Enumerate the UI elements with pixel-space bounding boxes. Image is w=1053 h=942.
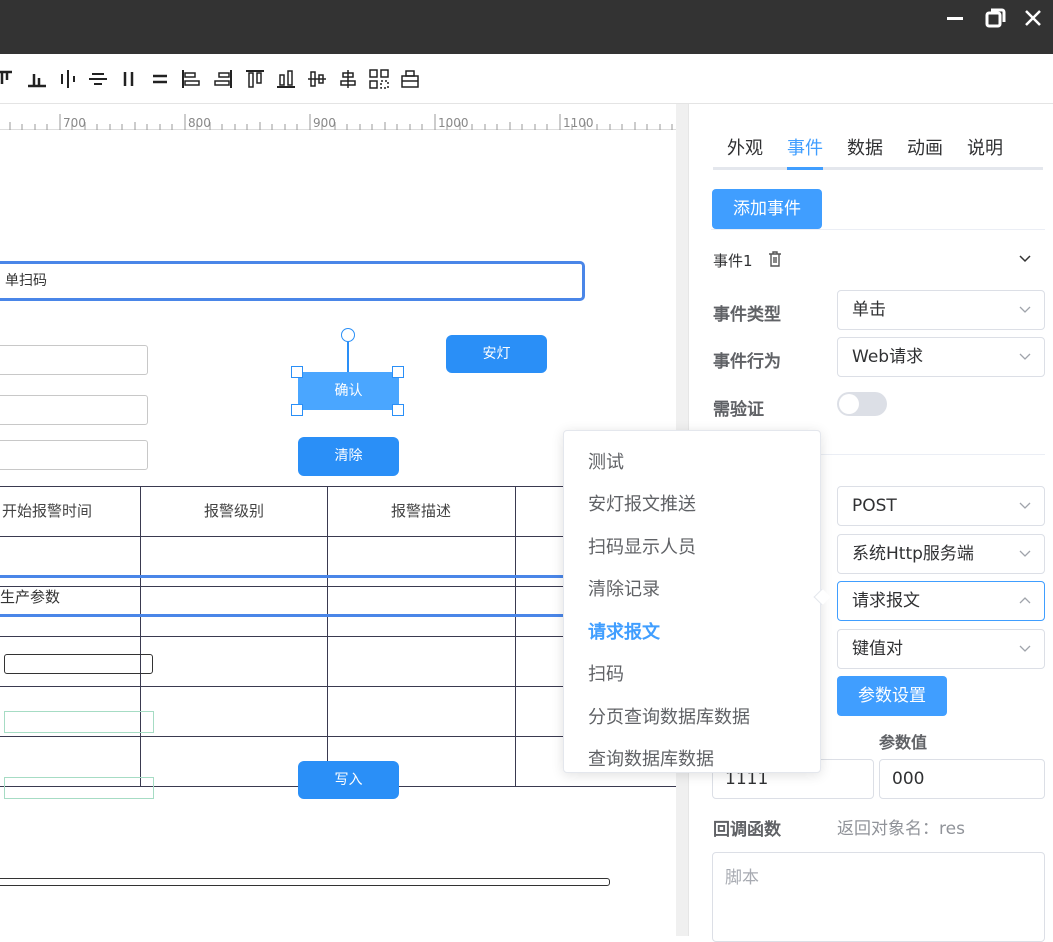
script-textarea[interactable]: 脚本: [712, 852, 1045, 942]
minimize-icon[interactable]: [941, 6, 969, 30]
event-title: 事件1: [713, 252, 753, 270]
resize-handle-tl[interactable]: [291, 366, 303, 378]
need-verify-switch[interactable]: [837, 392, 887, 416]
rotate-handle[interactable]: [341, 328, 355, 342]
group-icon[interactable]: [368, 68, 390, 90]
format-select[interactable]: 键值对: [837, 629, 1045, 669]
callback-label: 回调函数: [713, 820, 781, 840]
message-select[interactable]: 请求报文: [837, 581, 1045, 621]
ruler-label: 900: [313, 116, 336, 130]
chevron-down-icon[interactable]: [1017, 250, 1033, 270]
event-action-value: Web请求: [852, 347, 924, 367]
canvas-rect[interactable]: [4, 654, 153, 674]
param-settings-button[interactable]: 参数设置: [837, 676, 947, 716]
tab-description[interactable]: 说明: [967, 134, 1003, 160]
canvas-input-1[interactable]: [0, 345, 148, 375]
event-type-value: 单击: [852, 300, 886, 320]
tab-animation[interactable]: 动画: [907, 134, 943, 160]
method-select[interactable]: POST: [837, 486, 1045, 526]
tab-event[interactable]: 事件: [787, 134, 823, 160]
event-action-select[interactable]: Web请求: [837, 337, 1045, 377]
title-bar: [0, 0, 1053, 54]
divider: [711, 229, 1045, 230]
server-value: 系统Http服务端: [852, 544, 974, 564]
switch-knob: [839, 394, 859, 414]
dropdown-item[interactable]: 清除记录: [588, 575, 660, 601]
distribute-h-icon[interactable]: [118, 68, 140, 90]
callback-hint: 返回对象名：res: [837, 819, 965, 839]
confirm-button[interactable]: 确认: [298, 372, 399, 410]
event-type-select[interactable]: 单击: [837, 290, 1045, 330]
write-button[interactable]: 写入: [298, 761, 399, 799]
align-bottom-icon[interactable]: [26, 68, 48, 90]
ruler-label: 1100: [563, 116, 594, 130]
center-horizontal-icon[interactable]: [337, 68, 359, 90]
dropdown-item[interactable]: 扫码: [588, 660, 624, 686]
chevron-down-icon: [1018, 338, 1032, 391]
message-value: 请求报文: [852, 591, 920, 611]
rotate-handle-line: [347, 342, 349, 374]
table-line: [515, 486, 516, 786]
event-action-label: 事件行为: [713, 352, 781, 372]
clear-button[interactable]: 清除: [298, 437, 399, 476]
tab-data[interactable]: 数据: [847, 134, 883, 160]
align-right-icon[interactable]: [212, 68, 234, 90]
align-hcenter-icon[interactable]: [87, 68, 109, 90]
chevron-up-icon: [1018, 582, 1032, 635]
method-value: POST: [852, 496, 897, 516]
chevron-down-icon: [1018, 630, 1032, 683]
dropdown-item-selected[interactable]: 请求报文: [588, 618, 660, 644]
param-value-input[interactable]: 000: [879, 759, 1045, 799]
align-bottom-edge-icon[interactable]: [275, 68, 297, 90]
align-toolbar: [0, 54, 1053, 104]
canvas-rect-green[interactable]: [4, 711, 154, 733]
table-line: [327, 486, 328, 786]
dropdown-item[interactable]: 分页查询数据库数据: [588, 703, 750, 729]
distribute-v-icon[interactable]: [149, 68, 171, 90]
message-dropdown: 测试 安灯报文推送 扫码显示人员 清除记录 请求报文 扫码 分页查询数据库数据 …: [563, 430, 831, 773]
dropdown-item[interactable]: 安灯报文推送: [588, 490, 696, 516]
script-placeholder: 脚本: [725, 868, 759, 888]
table-header: 报警级别: [204, 502, 265, 520]
dropdown-item[interactable]: 查询数据库数据: [588, 745, 714, 771]
dropdown-item[interactable]: 测试: [588, 448, 624, 474]
band-label: 生产参数: [0, 588, 61, 606]
resize-handle-bl[interactable]: [291, 404, 303, 416]
tab-indicator: [787, 167, 823, 170]
canvas-input-2[interactable]: [0, 395, 148, 425]
canvas-bar[interactable]: [0, 878, 610, 886]
tab-appearance[interactable]: 外观: [727, 134, 763, 160]
align-vcenter-icon[interactable]: [57, 68, 79, 90]
scan-input-component[interactable]: 单扫码: [0, 261, 585, 301]
table-header: 报警描述: [391, 502, 452, 520]
param-value-header: 参数值: [879, 733, 928, 752]
event-type-label: 事件类型: [713, 305, 781, 325]
align-left-icon[interactable]: [180, 68, 202, 90]
resize-handle-tr[interactable]: [392, 366, 404, 378]
table-line: [140, 486, 141, 786]
chevron-down-icon: [1018, 487, 1032, 540]
andeng-button[interactable]: 安灯: [446, 335, 547, 373]
panel-tabs: 外观 事件 数据 动画 说明: [713, 128, 1043, 170]
resize-handle-br[interactable]: [392, 404, 404, 416]
close-icon[interactable]: [1019, 6, 1047, 30]
ungroup-icon[interactable]: [399, 68, 421, 90]
center-vertical-icon[interactable]: [306, 68, 328, 90]
need-verify-label: 需验证: [713, 400, 764, 420]
server-select[interactable]: 系统Http服务端: [837, 534, 1045, 574]
dropdown-item[interactable]: 扫码显示人员: [588, 533, 696, 559]
format-value: 键值对: [852, 639, 903, 659]
restore-icon[interactable]: [981, 6, 1009, 30]
align-top-icon[interactable]: [0, 68, 16, 90]
add-event-button[interactable]: 添加事件: [712, 189, 822, 229]
horizontal-ruler: 700 800 900 1000 1100: [0, 104, 676, 130]
table-header: 开始报警时间: [2, 502, 93, 520]
canvas-input-3[interactable]: [0, 440, 148, 470]
ruler-label: 1000: [438, 116, 469, 130]
ruler-label: 800: [188, 116, 211, 130]
delete-icon[interactable]: [767, 250, 783, 272]
align-top-edge-icon[interactable]: [244, 68, 266, 90]
canvas-rect-green[interactable]: [4, 777, 154, 799]
ruler-label: 700: [63, 116, 86, 130]
